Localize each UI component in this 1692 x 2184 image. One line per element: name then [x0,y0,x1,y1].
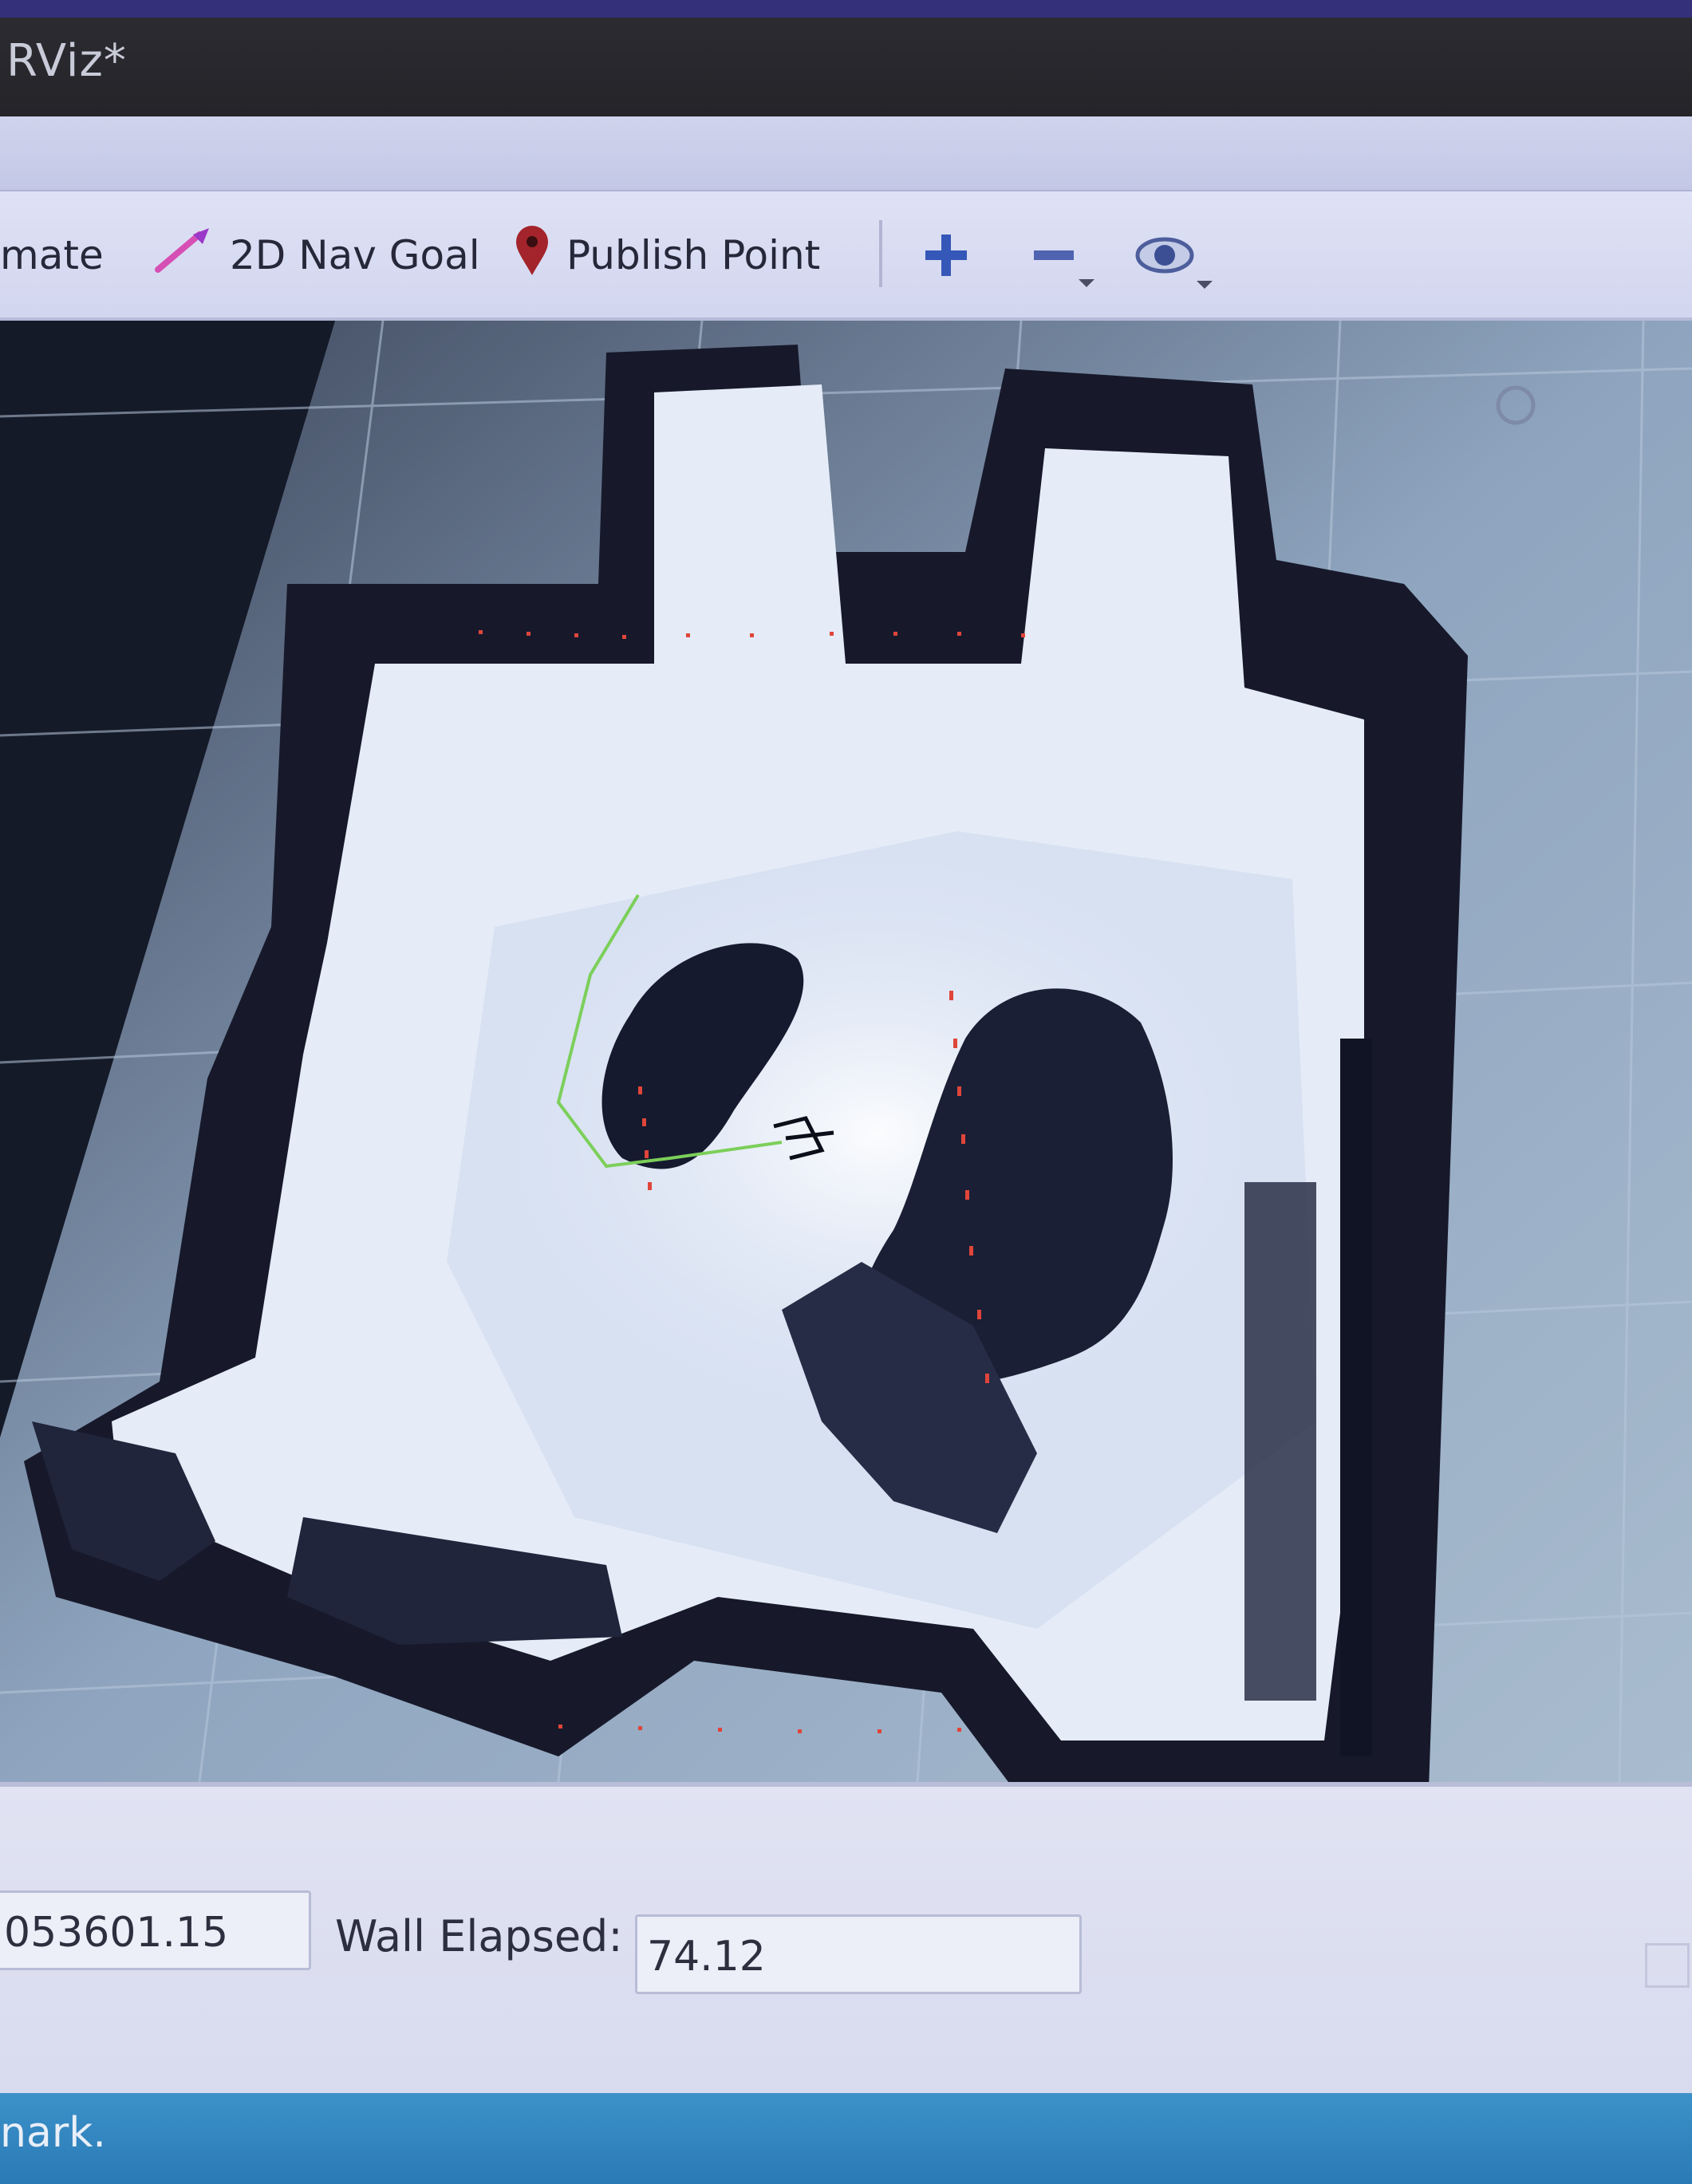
tool-label-nav-goal: 2D Nav Goal [230,232,480,278]
add-tool-button[interactable] [914,223,978,287]
wall-time-field[interactable]: 053601.15 [0,1890,311,1970]
toolbar-separator [879,220,882,287]
tool-2d-nav-goal[interactable]: 2D Nav Goal [153,228,480,279]
status-text: nark. [0,2109,106,2157]
reset-checkbox[interactable] [1645,1943,1690,1988]
remove-tool-button[interactable] [1024,223,1094,287]
map-pin-icon [514,224,550,286]
tool-publish-point[interactable]: Publish Point [514,226,821,279]
3d-map-viewport[interactable] [0,321,1692,1782]
wall-elapsed-label: Wall Elapsed: [335,1911,623,1961]
tool-label-publish-point: Publish Point [566,232,821,278]
window-titlebar [0,18,1692,116]
menu-bar [0,116,1692,191]
occupancy-grid-map [0,321,1692,1782]
screen-top-strip [0,0,1692,18]
wall-elapsed-field[interactable]: 74.12 [635,1914,1082,1994]
minus-icon [1034,250,1094,287]
tool-2d-pose-estimate[interactable]: mate [0,231,104,279]
nav-goal-arrow-icon [153,227,214,284]
window-title: RViz* [6,35,127,87]
view-visibility-button[interactable] [1133,223,1213,289]
tools-toolbar: mate 2D Nav Goal Publish Point [0,191,1692,321]
eye-icon [1135,237,1213,289]
status-bar [0,2093,1692,2184]
plus-icon [925,235,967,276]
tool-label-pose-estimate: mate [0,232,104,278]
